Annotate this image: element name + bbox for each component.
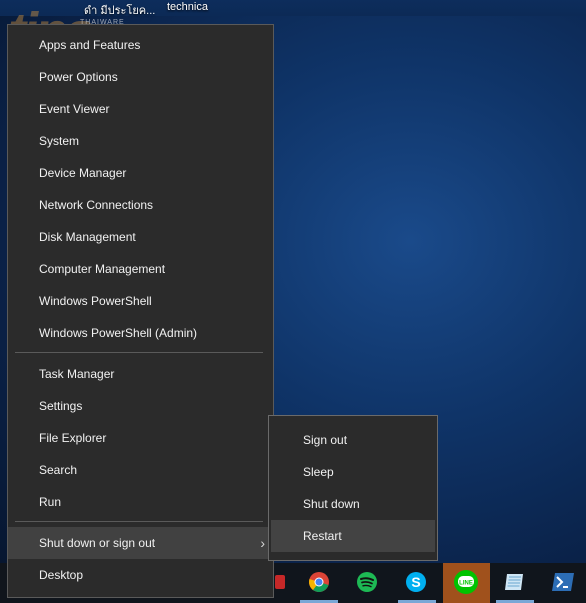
- menu-item-windows-powershell[interactable]: Windows PowerShell: [8, 285, 273, 317]
- menu-item-network-connections[interactable]: Network Connections: [8, 189, 273, 221]
- submenu-item-restart[interactable]: Restart: [271, 520, 435, 552]
- menu-item-device-manager[interactable]: Device Manager: [8, 157, 273, 189]
- desktop-icon-label[interactable]: ดำ มีประโยค...: [84, 1, 155, 19]
- submenu-item-sign-out[interactable]: Sign out: [271, 424, 435, 456]
- powershell-icon[interactable]: [548, 567, 578, 597]
- svg-text:S: S: [411, 574, 420, 590]
- menu-item-apps-and-features[interactable]: Apps and Features: [8, 29, 273, 61]
- menu-item-desktop[interactable]: Desktop: [8, 559, 273, 591]
- menu-item-windows-powershell-admin[interactable]: Windows PowerShell (Admin): [8, 317, 273, 349]
- menu-item-settings[interactable]: Settings: [8, 390, 273, 422]
- line-icon-label: LINE: [459, 581, 473, 587]
- menu-item-event-viewer[interactable]: Event Viewer: [8, 93, 273, 125]
- menu-item-task-manager[interactable]: Task Manager: [8, 358, 273, 390]
- line-icon[interactable]: LINE: [451, 567, 481, 597]
- menu-item-label: Shut down or sign out: [39, 536, 156, 550]
- submenu-item-sleep[interactable]: Sleep: [271, 456, 435, 488]
- skype-icon[interactable]: S: [401, 567, 431, 597]
- desktop-icon-label[interactable]: technica: [167, 1, 208, 13]
- menu-item-computer-management[interactable]: Computer Management: [8, 253, 273, 285]
- shutdown-submenu: Sign out Sleep Shut down Restart: [268, 415, 438, 561]
- submenu-item-shut-down[interactable]: Shut down: [271, 488, 435, 520]
- menu-item-search[interactable]: Search: [8, 454, 273, 486]
- notes-app-icon[interactable]: [500, 567, 530, 597]
- menu-item-power-options[interactable]: Power Options: [8, 61, 273, 93]
- winx-context-menu: Apps and Features Power Options Event Vi…: [7, 24, 274, 598]
- chrome-icon[interactable]: [304, 567, 334, 597]
- menu-item-file-explorer[interactable]: File Explorer: [8, 422, 273, 454]
- menu-item-disk-management[interactable]: Disk Management: [8, 221, 273, 253]
- menu-separator: [15, 352, 263, 353]
- menu-item-system[interactable]: System: [8, 125, 273, 157]
- menu-item-shut-down-or-sign-out[interactable]: Shut down or sign out ›: [8, 527, 273, 559]
- chevron-right-icon: ›: [260, 535, 265, 551]
- menu-item-run[interactable]: Run: [8, 486, 273, 518]
- spotify-icon[interactable]: [352, 567, 382, 597]
- menu-separator: [15, 521, 263, 522]
